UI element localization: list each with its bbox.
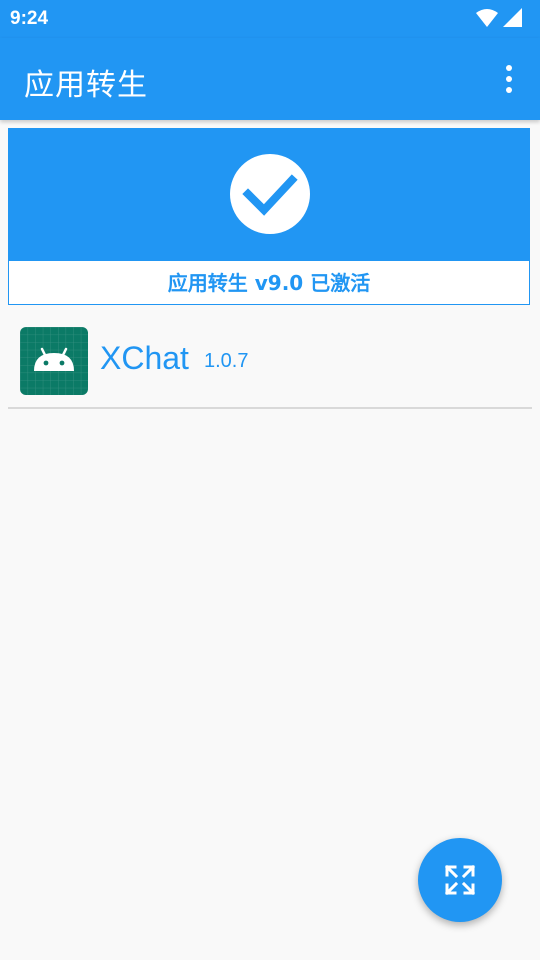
wifi-icon [476, 9, 498, 27]
status-time: 9:24 [10, 8, 49, 29]
list-item-app[interactable]: XChat 1.0.7 [8, 318, 532, 409]
app-title: 应用转生 [24, 68, 148, 103]
more-vert-icon[interactable] [494, 62, 524, 96]
app-bar: 应用转生 [0, 38, 540, 120]
activation-status-text: 应用转生 v9.0 已激活 [167, 271, 371, 295]
expand-fab-button[interactable] [418, 838, 502, 922]
android-icon [20, 327, 88, 395]
status-icons [476, 8, 522, 28]
app-version: 1.0.7 [204, 350, 249, 372]
app-name: XChat [100, 340, 189, 376]
status-bar: 9:24 [0, 0, 540, 38]
check-icon [230, 154, 310, 234]
expand-arrows-icon [444, 864, 476, 896]
status-banner [9, 129, 529, 261]
activation-status-card: 应用转生 v9.0 已激活 [8, 128, 530, 305]
signal-icon [503, 8, 522, 27]
